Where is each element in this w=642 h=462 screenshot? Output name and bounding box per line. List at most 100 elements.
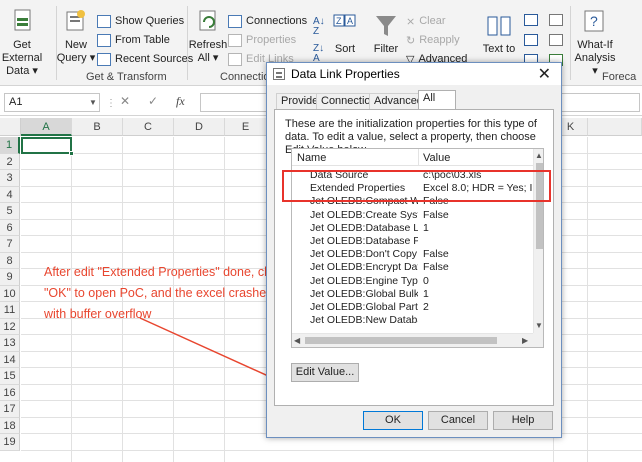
relationships-icon[interactable] (549, 34, 563, 46)
highlight-box (282, 170, 551, 202)
tab-all[interactable]: All (418, 90, 456, 110)
filter-button[interactable]: Filter (368, 14, 404, 56)
row-header-8[interactable]: 8 (0, 252, 20, 269)
get-external-data-button[interactable]: Get External Data ▾ (0, 8, 52, 78)
property-value: False (423, 248, 449, 261)
property-name: Jet OLEDB:Engine Type (310, 274, 418, 287)
refresh-label-2: All ▾ (197, 52, 219, 64)
row-header-15[interactable]: 15 (0, 368, 20, 385)
row-header-9[interactable]: 9 (0, 269, 20, 286)
scroll-up-icon[interactable]: ▲ (535, 151, 543, 160)
refresh-icon (195, 8, 221, 36)
row-header-16[interactable]: 16 (0, 384, 20, 401)
row-header-13[interactable]: 13 (0, 335, 20, 352)
queries-icon (97, 14, 111, 28)
ok-button[interactable]: OK (363, 411, 423, 430)
property-row[interactable]: Jet OLEDB:Encrypt Datab False (292, 261, 533, 274)
fill-handle[interactable] (69, 151, 74, 156)
close-icon[interactable]: ✕ (538, 64, 551, 84)
scroll-right-icon[interactable]: ▶ (522, 336, 528, 345)
row-header-2[interactable]: 2 (0, 153, 20, 170)
properties-button[interactable]: Properties (228, 32, 296, 48)
recent-sources-button[interactable]: Recent Sources (97, 51, 193, 67)
sort-label: Sort (334, 43, 356, 55)
property-row[interactable]: Jet OLEDB:Global Partial ... 2 (292, 301, 533, 314)
property-value: 2 (423, 301, 429, 313)
consolidate-icon[interactable] (549, 14, 563, 26)
row-header-19[interactable]: 19 (0, 434, 20, 451)
horizontal-scrollbar[interactable]: ◀ ▶ (292, 333, 533, 347)
enter-check-icon[interactable]: ✓ (148, 94, 158, 108)
name-column-header[interactable]: Name (297, 152, 326, 164)
value-column-header[interactable]: Value (423, 152, 450, 164)
row-header-10[interactable]: 10 (0, 285, 20, 302)
column-header-e[interactable]: E (225, 118, 267, 136)
property-name: Jet OLEDB:Don't Copy Lo... (310, 248, 418, 261)
sort-az-icon[interactable]: A↓ Z (313, 17, 325, 37)
edit-value-button[interactable]: Edit Value... (291, 363, 359, 382)
clear-button[interactable]: ⨯ Clear (406, 13, 446, 29)
ribbon-separator (570, 6, 571, 80)
horizontal-scroll-thumb[interactable] (305, 337, 497, 344)
row-header-4[interactable]: 4 (0, 186, 20, 203)
property-row[interactable]: Jet OLEDB:Don't Copy Lo... False (292, 248, 533, 261)
row-header-11[interactable]: 11 (0, 302, 20, 319)
property-name: Jet OLEDB:Database Loc... (310, 221, 418, 234)
column-header-d[interactable]: D (174, 118, 225, 136)
property-row[interactable]: Jet OLEDB:Create System... False (292, 209, 533, 222)
new-query-button[interactable]: New Query ▾ (56, 8, 96, 65)
column-header-a[interactable]: A (21, 118, 72, 136)
column-gridline (587, 137, 588, 462)
row-header-6[interactable]: 6 (0, 219, 20, 236)
edit-links-icon (228, 52, 242, 66)
scroll-left-icon[interactable]: ◀ (294, 336, 300, 345)
row-header-18[interactable]: 18 (0, 417, 20, 434)
database-icon (9, 8, 35, 36)
row-header-12[interactable]: 12 (0, 318, 20, 335)
property-row[interactable]: Jet OLEDB:Engine Type 0 (292, 275, 533, 288)
name-box[interactable]: A1 ▼ (4, 93, 100, 112)
column-header-b[interactable]: B (72, 118, 123, 136)
sort-icon: ZA (333, 14, 357, 40)
remove-duplicates-icon[interactable] (524, 34, 538, 46)
property-row[interactable]: Jet OLEDB:Global Bulk Tr... 1 (292, 288, 533, 301)
recent-sources-icon (97, 52, 111, 66)
text-to-columns-button[interactable]: Text to (478, 14, 520, 56)
selected-cell-a1[interactable] (21, 137, 72, 154)
name-box-value: A1 (9, 96, 23, 108)
show-queries-button[interactable]: Show Queries (97, 13, 184, 29)
svg-text:Z: Z (336, 16, 342, 26)
property-row[interactable]: Jet OLEDB:New Databas... (292, 314, 533, 327)
refresh-all-button[interactable]: Refresh All ▾ (188, 8, 228, 65)
sort-za-icon[interactable]: Z↓ A (313, 44, 324, 64)
property-row[interactable]: Jet OLEDB:Database Loc... 1 (292, 222, 533, 235)
clear-filter-icon: ⨯ (406, 15, 416, 28)
scroll-down-icon[interactable]: ▼ (535, 321, 543, 330)
column-header-c[interactable]: C (123, 118, 174, 136)
insert-function-icon[interactable]: fx (176, 94, 185, 109)
chevron-down-icon[interactable]: ▼ (89, 94, 97, 111)
row-header-17[interactable]: 17 (0, 401, 20, 418)
column-header[interactable] (588, 118, 642, 136)
row-header-5[interactable]: 5 (0, 203, 20, 220)
property-row[interactable]: Jet OLEDB:Database Pas... (292, 235, 533, 248)
sort-button[interactable]: ZA Sort (330, 14, 360, 56)
row-header-3[interactable]: 3 (0, 170, 20, 187)
row-header-14[interactable]: 14 (0, 351, 20, 368)
property-name: Jet OLEDB:Create System... (310, 208, 418, 221)
what-if-analysis-button[interactable]: ? What-If Analysis ▾ (572, 8, 618, 78)
cancel-icon[interactable]: ✕ (120, 94, 130, 108)
reapply-button[interactable]: ↻ Reapply (406, 32, 460, 48)
text-to-columns-icon (486, 14, 512, 40)
select-all-corner[interactable] (0, 118, 21, 136)
from-table-button[interactable]: From Table (97, 32, 170, 48)
row-header-1[interactable]: 1 (0, 137, 20, 154)
help-button[interactable]: Help (493, 411, 553, 430)
cancel-button[interactable]: Cancel (428, 411, 488, 430)
connections-button[interactable]: Connections (228, 13, 307, 29)
row-header-7[interactable]: 7 (0, 236, 20, 253)
column-divider[interactable] (418, 149, 419, 166)
flash-fill-icon[interactable] (524, 14, 538, 26)
get-external-data-label-1: Get External (1, 39, 43, 64)
property-name: Jet OLEDB:Global Bulk Tr... (310, 287, 418, 300)
